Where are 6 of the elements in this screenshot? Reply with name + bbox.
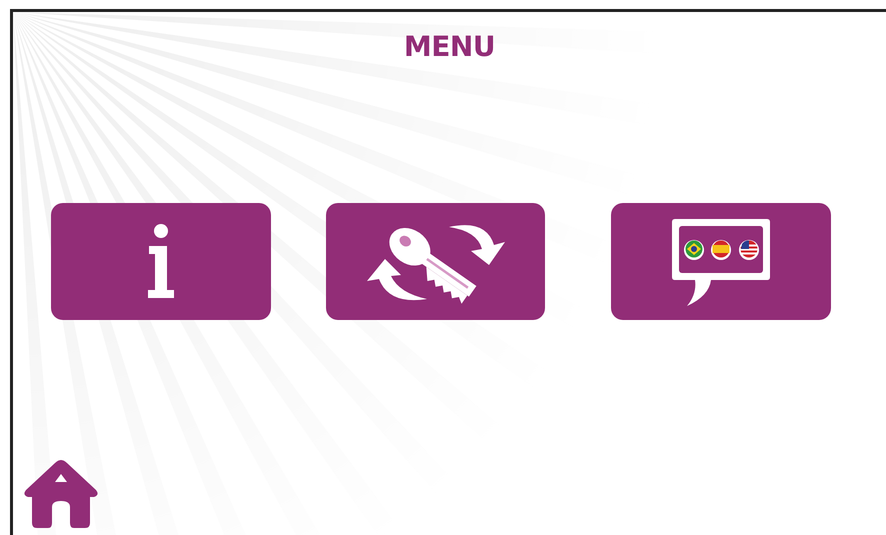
language-button[interactable]: [611, 203, 832, 320]
menu-title: MENU: [404, 30, 496, 63]
home-icon: [22, 457, 100, 529]
home-button[interactable]: [22, 457, 100, 529]
key-swap-button[interactable]: [326, 203, 546, 320]
info-button[interactable]: [51, 203, 271, 320]
